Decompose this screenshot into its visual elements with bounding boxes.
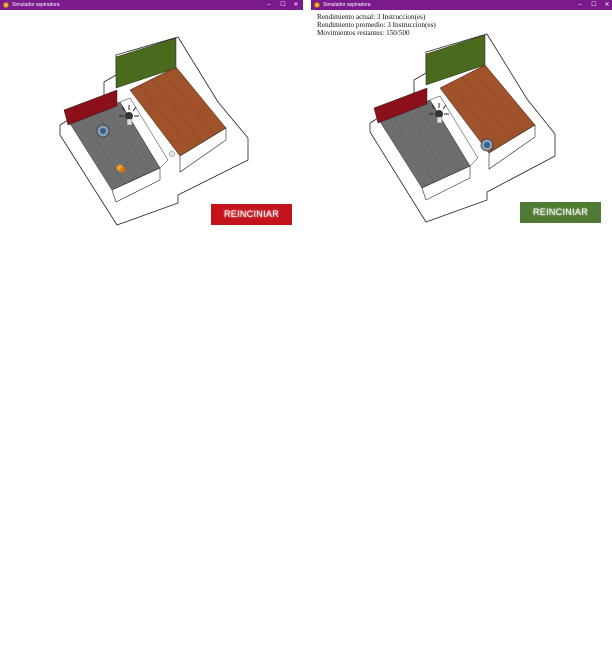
simulator-window-right: Simulador aspiradora – ☐ ✕ Rendimiento a… — [311, 0, 612, 232]
maximize-button[interactable]: ☐ — [588, 0, 600, 10]
simulator-window-left: Simulador aspiradora – ☐ ✕ REINCINIAR — [0, 0, 303, 232]
room-scene — [59, 36, 249, 226]
title-bar: Simulador aspiradora – ☐ ✕ — [311, 0, 612, 10]
window-title: Simulador aspiradora — [12, 2, 60, 8]
close-button[interactable]: ✕ — [290, 0, 302, 10]
minimize-button[interactable]: – — [574, 0, 586, 10]
vacuum-robot-icon — [480, 138, 494, 152]
dirt-icon — [168, 150, 176, 158]
room-scene — [369, 33, 556, 223]
maximize-button[interactable]: ☐ — [277, 0, 289, 10]
vacuum-robot-icon — [96, 124, 110, 138]
app-icon — [3, 2, 9, 8]
window-title: Simulador aspiradora — [323, 2, 371, 8]
reset-button[interactable]: REINCINIAR — [520, 202, 601, 223]
title-bar: Simulador aspiradora – ☐ ✕ — [0, 0, 303, 10]
minimize-button[interactable]: – — [263, 0, 275, 10]
app-icon — [314, 2, 320, 8]
close-button[interactable]: ✕ — [601, 0, 612, 10]
reset-button[interactable]: REINCINIAR — [211, 204, 292, 225]
